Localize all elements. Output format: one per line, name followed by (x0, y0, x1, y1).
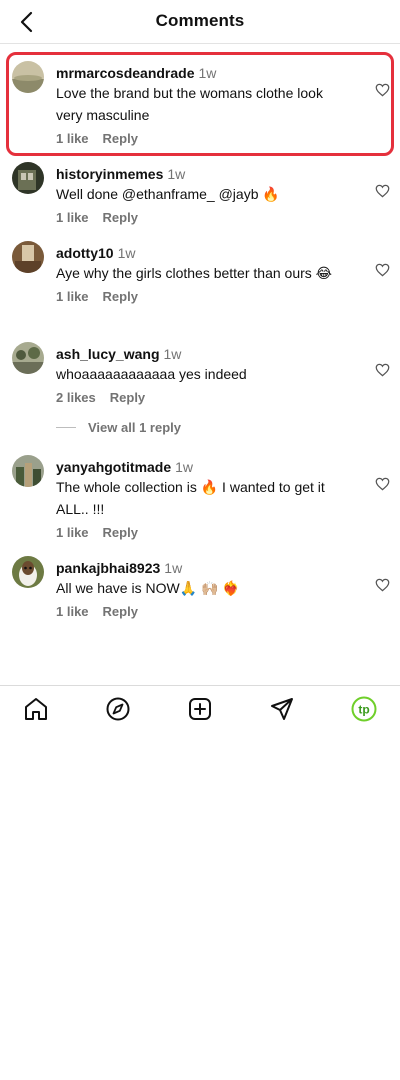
comment-time: 1w (164, 560, 183, 576)
view-replies-button[interactable]: View all 1 reply (56, 420, 181, 435)
likes-count[interactable]: 1 like (56, 604, 89, 619)
explore-compass-icon[interactable] (105, 696, 131, 722)
comment-time: 1w (163, 346, 182, 362)
heart-icon[interactable] (375, 578, 390, 592)
likes-count[interactable]: 2 likes (56, 390, 96, 405)
comment-time: 1w (117, 245, 136, 261)
comment-text: whoaaaaaaaaaaaa yes indeed (56, 366, 247, 382)
likes-count[interactable]: 1 like (56, 131, 89, 146)
new-post-plus-icon[interactable] (187, 696, 213, 722)
comment-username[interactable]: mrmarcosdeandrade (56, 65, 195, 81)
comment-item: historyinmemes 1w Well done @ethanframe_ … (56, 165, 356, 227)
reply-button[interactable]: Reply (110, 390, 145, 405)
reply-button[interactable]: Reply (103, 210, 138, 225)
comment-item: mrmarcosdeandrade 1w Love the brand but t… (56, 64, 356, 148)
page-title: Comments (155, 11, 245, 30)
reply-button[interactable]: Reply (103, 525, 138, 540)
svg-text:tp: tp (358, 703, 369, 717)
comment-username[interactable]: historyinmemes (56, 166, 163, 182)
heart-icon[interactable] (375, 263, 390, 277)
avatar[interactable] (12, 61, 44, 93)
comment-time: 1w (175, 459, 194, 475)
heart-icon[interactable] (375, 363, 390, 377)
avatar[interactable] (12, 342, 44, 374)
comment-time: 1w (167, 166, 186, 182)
comment-username[interactable]: ash_lucy_wang (56, 346, 160, 362)
comment-item: pankajbhai8923 1w All we have is NOW🙏 🙌🏼 … (56, 559, 356, 621)
home-icon[interactable] (23, 696, 49, 722)
avatar[interactable] (12, 455, 44, 487)
avatar[interactable] (12, 162, 44, 194)
heart-icon[interactable] (375, 477, 390, 491)
comment-username[interactable]: pankajbhai8923 (56, 560, 160, 576)
comment-time: 1w (198, 65, 217, 81)
comment-username[interactable]: adotty10 (56, 245, 114, 261)
comment-item: adotty10 1w Aye why the girls clothes bet… (56, 244, 356, 306)
direct-message-send-icon[interactable] (269, 696, 295, 722)
comment-text: Aye why the girls clothes better than ou… (56, 265, 333, 281)
heart-icon[interactable] (375, 184, 390, 198)
comment-text: The whole collection is 🔥 I wanted to ge… (56, 479, 325, 517)
avatar[interactable] (12, 241, 44, 273)
view-replies-label: View all 1 reply (88, 420, 181, 435)
bottom-nav: tp (0, 685, 400, 731)
comment-item: yanyahgotitmade 1w The whole collection i… (56, 458, 356, 542)
likes-count[interactable]: 1 like (56, 525, 89, 540)
divider (56, 427, 76, 428)
profile-avatar-icon[interactable]: tp (351, 696, 377, 722)
comment-username[interactable]: yanyahgotitmade (56, 459, 171, 475)
comment-text: Well done @ethanframe_ @jayb 🔥 (56, 186, 280, 202)
reply-button[interactable]: Reply (103, 604, 138, 619)
avatar[interactable] (12, 556, 44, 588)
comment-text: All we have is NOW🙏 🙌🏼 ❤️‍🔥 (56, 580, 240, 596)
heart-icon[interactable] (375, 83, 390, 97)
reply-button[interactable]: Reply (103, 289, 138, 304)
likes-count[interactable]: 1 like (56, 210, 89, 225)
comment-text: Love the brand but the womans clothe loo… (56, 85, 323, 123)
likes-count[interactable]: 1 like (56, 289, 89, 304)
comment-item: ash_lucy_wang 1w whoaaaaaaaaaaaa yes inde… (56, 345, 356, 407)
reply-button[interactable]: Reply (103, 131, 138, 146)
header-bar: Comments (0, 0, 400, 44)
